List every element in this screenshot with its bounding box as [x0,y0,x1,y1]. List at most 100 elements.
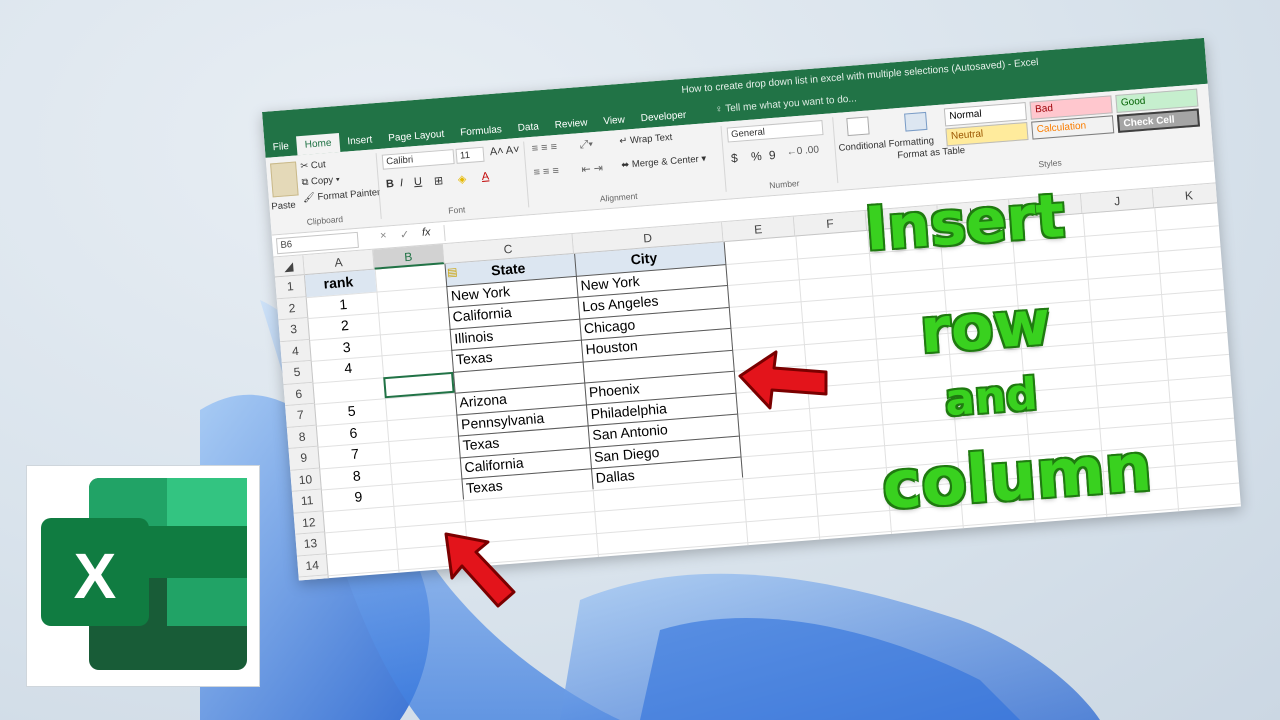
clipboard-group-label: Clipboard [306,213,344,227]
overlay-title-and: and [943,368,1040,427]
number-format-select[interactable]: General [726,120,824,143]
excel-logo-card: X [26,465,260,687]
wrap-text-button[interactable]: ↵ Wrap Text [619,132,673,147]
decimal-icon[interactable]: ←0 .00 [786,144,819,157]
row-header-11[interactable]: 11 [291,489,324,514]
cell-state[interactable]: Texas [462,434,500,453]
cell-state[interactable]: Arizona [459,391,508,411]
cell-rank[interactable]: 9 [354,488,363,505]
group-separator [375,153,382,220]
italic-button[interactable]: I [400,177,404,189]
row-header-6[interactable]: 6 [283,382,316,407]
cell-state[interactable]: Texas [455,349,493,368]
column-header-j[interactable]: J [1080,188,1155,214]
styles-group-label: Styles [1038,157,1062,170]
cell-state[interactable]: New York [450,283,510,304]
row-header-3[interactable]: 3 [278,318,310,342]
cell-rank[interactable]: 3 [342,338,351,355]
underline-button[interactable]: U [414,176,423,189]
cancel-icon[interactable]: × [380,230,387,242]
paste-button[interactable]: Paste [271,200,296,213]
font-group-label: Font [447,204,466,216]
currency-button[interactable]: $ [731,151,739,165]
cell-city[interactable]: New York [580,272,640,293]
copy-button[interactable]: ⧉ Copy ▾ [301,174,340,188]
fx-icon[interactable]: fx [422,226,431,239]
comma-button[interactable]: 9 [768,148,776,162]
select-all-corner[interactable]: ◢ [273,255,305,278]
header-rank[interactable]: rank [323,273,354,291]
style-neutral[interactable]: Neutral [945,121,1029,147]
excel-logo-letter: X [74,540,117,612]
orientation-icon[interactable]: ⤢▾ [579,138,593,152]
row-header-13[interactable]: 13 [295,532,327,557]
fill-color-icon[interactable]: ◈ [457,172,466,186]
cell-city[interactable]: Houston [585,337,638,357]
row-header-14[interactable]: 14 [296,553,329,578]
paste-options-icon[interactable]: ▤ [447,265,458,279]
increase-font-icon[interactable]: A˄ [489,145,504,158]
column-header-f[interactable]: F [793,210,868,237]
group-separator [523,141,530,208]
cell-state[interactable]: Illinois [454,327,494,346]
gridline [1154,208,1183,558]
number-group-label: Number [768,178,800,191]
window-title: How to create drop down list in excel wi… [681,56,1039,96]
group-separator [720,125,727,192]
row-header-4[interactable]: 4 [280,339,312,364]
cell-city[interactable]: Chicago [583,316,635,336]
align-left-icon[interactable]: ≡ ≡ ≡ [533,165,559,179]
enter-icon[interactable]: ✓ [400,228,410,242]
cell-rank[interactable]: 7 [350,445,359,462]
font-color-icon[interactable]: A [481,170,489,183]
cell-rank[interactable]: 6 [349,424,358,441]
cut-button[interactable]: ✂ Cut [300,159,326,172]
cell-city[interactable]: Phoenix [588,380,640,400]
clipboard-icon [270,161,299,198]
cell-rank[interactable]: 8 [352,467,361,484]
row-header-7[interactable]: 7 [285,403,317,428]
merge-center-button[interactable]: ⬌ Merge & Center ▾ [621,153,707,171]
gridline [374,269,404,581]
column-header-b[interactable]: B [373,244,445,270]
alignment-group-label: Alignment [599,190,638,204]
row-header-12[interactable]: 12 [293,510,326,535]
style-calculation[interactable]: Calculation [1031,115,1115,140]
cell-state[interactable]: California [464,454,524,475]
indent-icon[interactable]: ⇤ ⇥ [581,161,603,176]
format-painter-button[interactable]: 🖌 Format Painter [302,187,380,204]
cell-rank[interactable]: 4 [344,360,353,377]
header-state[interactable]: State [491,260,526,279]
scissors-icon: ✂ [299,160,312,173]
red-arrow-bottom-icon [444,532,516,608]
cell-state[interactable]: Texas [466,477,504,496]
borders-icon[interactable]: ⊞ [433,174,444,188]
align-top-icon[interactable]: ≡ ≡ ≡ [531,141,557,155]
column-header-e[interactable]: E [722,216,796,243]
font-name-select[interactable]: Calibri [381,149,455,170]
row-header-9[interactable]: 9 [288,446,321,471]
paintbrush-icon: 🖌 [302,191,319,205]
cell-state[interactable]: California [452,304,512,325]
percent-button[interactable]: % [750,149,762,164]
format-as-table-icon[interactable] [904,111,928,132]
row-header-2[interactable]: 2 [276,296,309,321]
header-city[interactable]: City [630,249,658,267]
row-header-1[interactable]: 1 [275,275,307,299]
group-separator [832,117,839,184]
row-header-5[interactable]: 5 [281,360,314,385]
column-header-k[interactable]: K [1152,182,1227,209]
overlay-title-insert: Insert [862,181,1067,265]
bold-button[interactable]: B [386,178,395,191]
cell-city[interactable]: Dallas [595,467,635,486]
decrease-font-icon[interactable]: A˅ [505,144,520,157]
font-size-select[interactable]: 11 [455,146,485,164]
style-check-cell[interactable]: Check Cell [1116,108,1201,133]
cell-rank[interactable]: 5 [347,403,356,420]
row-header-8[interactable]: 8 [286,425,319,449]
cell-rank[interactable]: 2 [340,317,349,334]
row-header-10[interactable]: 10 [290,468,322,492]
conditional-formatting-icon[interactable] [846,116,870,137]
cell-rank[interactable]: 1 [339,295,348,312]
gridline [1082,213,1111,563]
